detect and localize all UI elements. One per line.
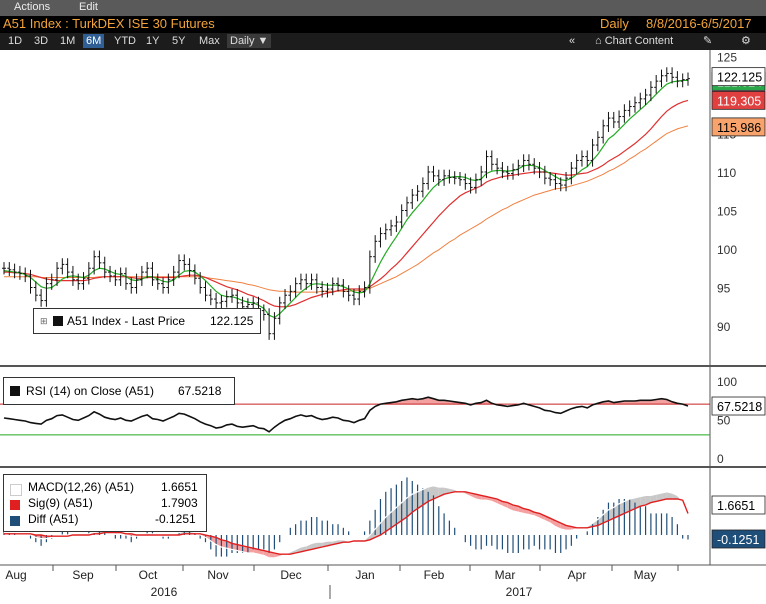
x-tick-label: Mar [495, 568, 516, 582]
collapse-button[interactable]: « [566, 34, 578, 48]
y-tick-label: 125 [717, 51, 737, 65]
diff-value-label: -0.1251 [717, 533, 759, 547]
sig-legend-label: Sig(9) (A51) [28, 496, 93, 510]
x-tick-label: Oct [139, 568, 158, 582]
expand-icon[interactable]: ⊞ [40, 309, 48, 333]
chevron-down-icon: ▼ [258, 35, 269, 47]
range-button-1y[interactable]: 1Y [143, 34, 162, 48]
range-button-5y[interactable]: 5Y [169, 34, 188, 48]
y-tick-label: 110 [717, 166, 736, 180]
title-bar: A51 Index : TurkDEX ISE 30 Futures Daily… [0, 16, 766, 33]
chart-content-label: Chart Content [605, 35, 673, 47]
year-label: 2017 [506, 585, 533, 599]
series-swatch [10, 516, 20, 526]
rsi-value-label: 67.5218 [717, 400, 762, 414]
ma-long-value-label: 115.986 [717, 121, 761, 135]
x-tick-label: Feb [424, 568, 445, 582]
periodicity-label: Daily [600, 16, 629, 31]
menu-bar: Actions Edit [0, 0, 766, 16]
gear-icon[interactable]: ⚙ [738, 34, 754, 48]
year-label: 2016 [151, 585, 178, 599]
diff-legend-value: -0.1251 [155, 512, 196, 526]
x-tick-label: Nov [207, 568, 228, 582]
ma-mid-line [4, 100, 688, 306]
menu-edit[interactable]: Edit [79, 1, 98, 13]
macd-value-label: 1.6651 [717, 499, 755, 513]
rsi-legend-label: RSI (14) on Close (A51) [26, 378, 154, 404]
y-tick-label: 95 [717, 282, 731, 296]
security-title: A51 Index : TurkDEX ISE 30 Futures [3, 16, 215, 31]
macd-legend-label: MACD(12,26) (A51) [28, 480, 134, 494]
y-tick-label: 100 [717, 375, 737, 389]
x-tick-label: Jan [355, 568, 374, 582]
date-range[interactable]: 8/8/2016-6/5/2017 [646, 16, 752, 31]
series-swatch [10, 484, 22, 496]
series-swatch [53, 316, 63, 326]
ma-short-line [4, 80, 688, 317]
price-legend-value: 122.125 [210, 309, 253, 333]
range-button-1d[interactable]: 1D [5, 34, 25, 48]
series-swatch [10, 500, 20, 510]
chart-content-button[interactable]: ⌂ Chart Content [592, 34, 676, 48]
range-button-1m[interactable]: 1M [57, 34, 78, 48]
price-legend[interactable]: ⊞ A51 Index - Last Price 122.125 [33, 308, 261, 334]
price-panel: 9095100105110115120125121.024119.305115.… [2, 51, 765, 340]
macd-legend-value: 1.6651 [161, 480, 198, 494]
chart-icon: ⌂ [595, 35, 602, 47]
chart-area: 9095100105110115120125121.024119.305115.… [0, 50, 766, 599]
frequency-dropdown[interactable]: Daily ▼ [227, 34, 271, 48]
sig-legend-value: 1.7903 [161, 496, 198, 510]
range-button-6m[interactable]: 6M [83, 34, 104, 48]
price-legend-label: A51 Index - Last Price [67, 309, 185, 333]
x-axis: Aug Sep Oct Nov Dec Jan Feb Mar Apr May 2016 2017 [5, 565, 678, 599]
x-tick-label: Apr [568, 568, 587, 582]
x-tick-label: Dec [280, 568, 301, 582]
x-tick-label: Sep [72, 568, 94, 582]
ma-mid-value-label: 119.305 [717, 94, 761, 108]
y-tick-label: 100 [717, 243, 737, 257]
edit-chart-icon[interactable]: ✎ [700, 34, 715, 48]
range-button-3d[interactable]: 3D [31, 34, 51, 48]
y-tick-label: 90 [717, 320, 731, 334]
y-tick-label: 50 [717, 414, 731, 428]
y-tick-label: 0 [717, 452, 724, 466]
macd-legend[interactable]: MACD(12,26) (A51) 1.6651 Sig(9) (A51) 1.… [3, 474, 207, 532]
y-tick-label: 105 [717, 205, 737, 219]
range-button-ytd[interactable]: YTD [111, 34, 139, 48]
range-button-max[interactable]: Max [196, 34, 223, 48]
series-swatch [10, 386, 20, 396]
x-tick-label: Aug [5, 568, 26, 582]
rsi-legend[interactable]: RSI (14) on Close (A51) 67.5218 [3, 377, 235, 405]
toolbar: 1D 3D 1M 6M YTD 1Y 5Y Max Daily ▼ « ⌂ Ch… [0, 33, 766, 50]
rsi-legend-value: 67.5218 [178, 378, 221, 404]
frequency-label: Daily [230, 35, 254, 47]
diff-legend-label: Diff (A51) [28, 512, 78, 526]
x-tick-label: May [634, 568, 657, 582]
menu-actions[interactable]: Actions [14, 1, 50, 13]
ma-long-line [4, 126, 688, 292]
last-price-label: 122.125 [717, 71, 762, 85]
